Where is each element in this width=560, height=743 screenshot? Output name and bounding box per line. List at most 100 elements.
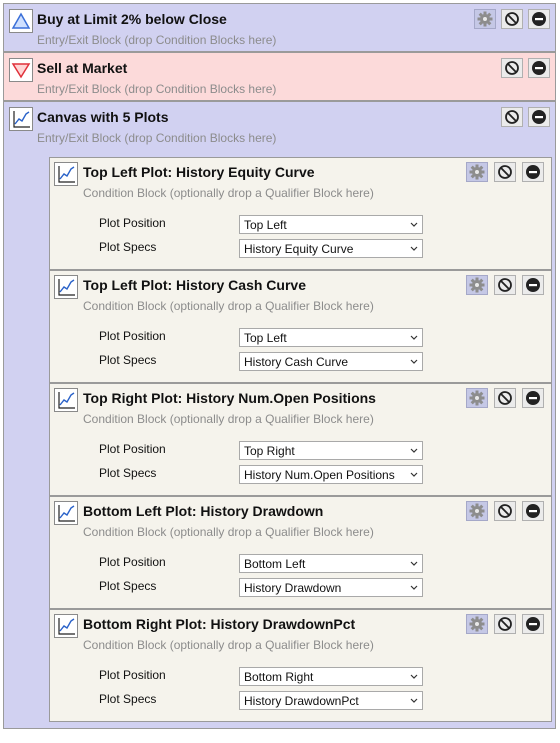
plot-subtitle: Condition Block (optionally drop a Quali… [83,186,374,200]
plot-position-label: Plot Position [99,668,166,682]
disable-button[interactable] [494,388,516,408]
plot-position-value: Top Right [244,444,295,458]
gear-button[interactable] [466,162,488,182]
chevron-down-icon [410,698,418,703]
chevron-down-icon [410,448,418,453]
plot-position-select[interactable]: Bottom Right [239,667,423,686]
plot-position-label: Plot Position [99,442,166,456]
chevron-down-icon [410,585,418,590]
remove-button[interactable] [528,107,550,127]
disable-icon [498,278,512,292]
gear-button[interactable] [466,501,488,521]
remove-icon [526,165,540,179]
plot-subtitle: Condition Block (optionally drop a Quali… [83,638,374,652]
chart-line-icon [9,107,33,131]
chevron-down-icon [410,359,418,364]
remove-button[interactable] [528,9,550,29]
remove-button[interactable] [522,275,544,295]
disable-icon [505,12,519,26]
chart-line-icon [54,501,78,525]
plot-title: Top Left Plot: History Cash Curve [83,277,306,293]
gear-icon [469,164,485,180]
triangle-down-icon [9,58,33,82]
block-subtitle: Entry/Exit Block (drop Condition Blocks … [37,33,277,47]
plot-position-select[interactable]: Top Left [239,215,423,234]
plot-position-value: Top Left [244,218,287,232]
plot-specs-value: History Cash Curve [244,355,349,369]
gear-icon [469,616,485,632]
plot-specs-select[interactable]: History Num.Open Positions [239,465,423,484]
buy-limit-block[interactable]: Buy at Limit 2% below Close Entry/Exit B… [3,3,556,52]
plot-subtitle: Condition Block (optionally drop a Quali… [83,525,374,539]
plot-title: Top Left Plot: History Equity Curve [83,164,315,180]
plot-block-top-left-equity[interactable]: Top Left Plot: History Equity Curve Cond… [49,157,552,270]
remove-button[interactable] [522,501,544,521]
disable-button[interactable] [494,162,516,182]
gear-icon [477,11,493,27]
block-subtitle: Entry/Exit Block (drop Condition Blocks … [37,82,277,96]
plot-position-select[interactable]: Bottom Left [239,554,423,573]
block-subtitle: Entry/Exit Block (drop Condition Blocks … [37,131,277,145]
remove-button[interactable] [528,58,550,78]
remove-button[interactable] [522,614,544,634]
gear-button[interactable] [466,388,488,408]
remove-button[interactable] [522,388,544,408]
chevron-down-icon [410,335,418,340]
disable-button[interactable] [501,58,523,78]
disable-icon [505,110,519,124]
disable-button[interactable] [494,614,516,634]
remove-button[interactable] [522,162,544,182]
remove-icon [532,61,546,75]
block-title: Canvas with 5 Plots [37,109,169,125]
chart-line-icon [54,388,78,412]
disable-icon [498,165,512,179]
chevron-down-icon [410,246,418,251]
plot-title: Top Right Plot: History Num.Open Positio… [83,390,376,406]
plot-position-value: Top Left [244,331,287,345]
chevron-down-icon [410,561,418,566]
remove-icon [532,12,546,26]
gear-icon [469,503,485,519]
plot-specs-select[interactable]: History Drawdown [239,578,423,597]
gear-icon [469,390,485,406]
gear-icon [469,277,485,293]
plot-title: Bottom Left Plot: History Drawdown [83,503,324,519]
remove-icon [526,391,540,405]
remove-icon [526,504,540,518]
plot-specs-select[interactable]: History Cash Curve [239,352,423,371]
remove-icon [526,278,540,292]
plot-specs-value: History Drawdown [244,581,342,595]
disable-button[interactable] [501,107,523,127]
gear-button[interactable] [474,9,496,29]
disable-icon [498,617,512,631]
disable-button[interactable] [494,275,516,295]
chevron-down-icon [410,674,418,679]
plot-block-top-left-cash[interactable]: Top Left Plot: History Cash Curve Condit… [49,270,552,383]
triangle-up-icon [9,9,33,33]
gear-button[interactable] [466,614,488,634]
plot-title: Bottom Right Plot: History DrawdownPct [83,616,356,632]
block-title: Sell at Market [37,60,128,76]
plot-position-label: Plot Position [99,555,166,569]
plot-specs-label: Plot Specs [99,579,157,593]
plot-specs-select[interactable]: History DrawdownPct [239,691,423,710]
disable-icon [505,61,519,75]
sell-market-block[interactable]: Sell at Market Entry/Exit Block (drop Co… [3,52,556,101]
disable-icon [498,504,512,518]
gear-button[interactable] [466,275,488,295]
disable-button[interactable] [494,501,516,521]
chevron-down-icon [410,222,418,227]
plot-position-select[interactable]: Top Right [239,441,423,460]
plot-specs-select[interactable]: History Equity Curve [239,239,423,258]
plot-specs-value: History Equity Curve [244,242,354,256]
plot-block-bottom-left-drawdown[interactable]: Bottom Left Plot: History Drawdown Condi… [49,496,552,609]
plot-block-bottom-right-drawdownpct[interactable]: Bottom Right Plot: History DrawdownPct C… [49,609,552,722]
plot-specs-label: Plot Specs [99,353,157,367]
disable-button[interactable] [501,9,523,29]
plot-block-top-right-positions[interactable]: Top Right Plot: History Num.Open Positio… [49,383,552,496]
disable-icon [498,391,512,405]
canvas-block[interactable]: Canvas with 5 Plots Entry/Exit Block (dr… [3,101,556,729]
plot-position-value: Bottom Left [244,557,306,571]
plot-position-select[interactable]: Top Left [239,328,423,347]
remove-icon [526,617,540,631]
